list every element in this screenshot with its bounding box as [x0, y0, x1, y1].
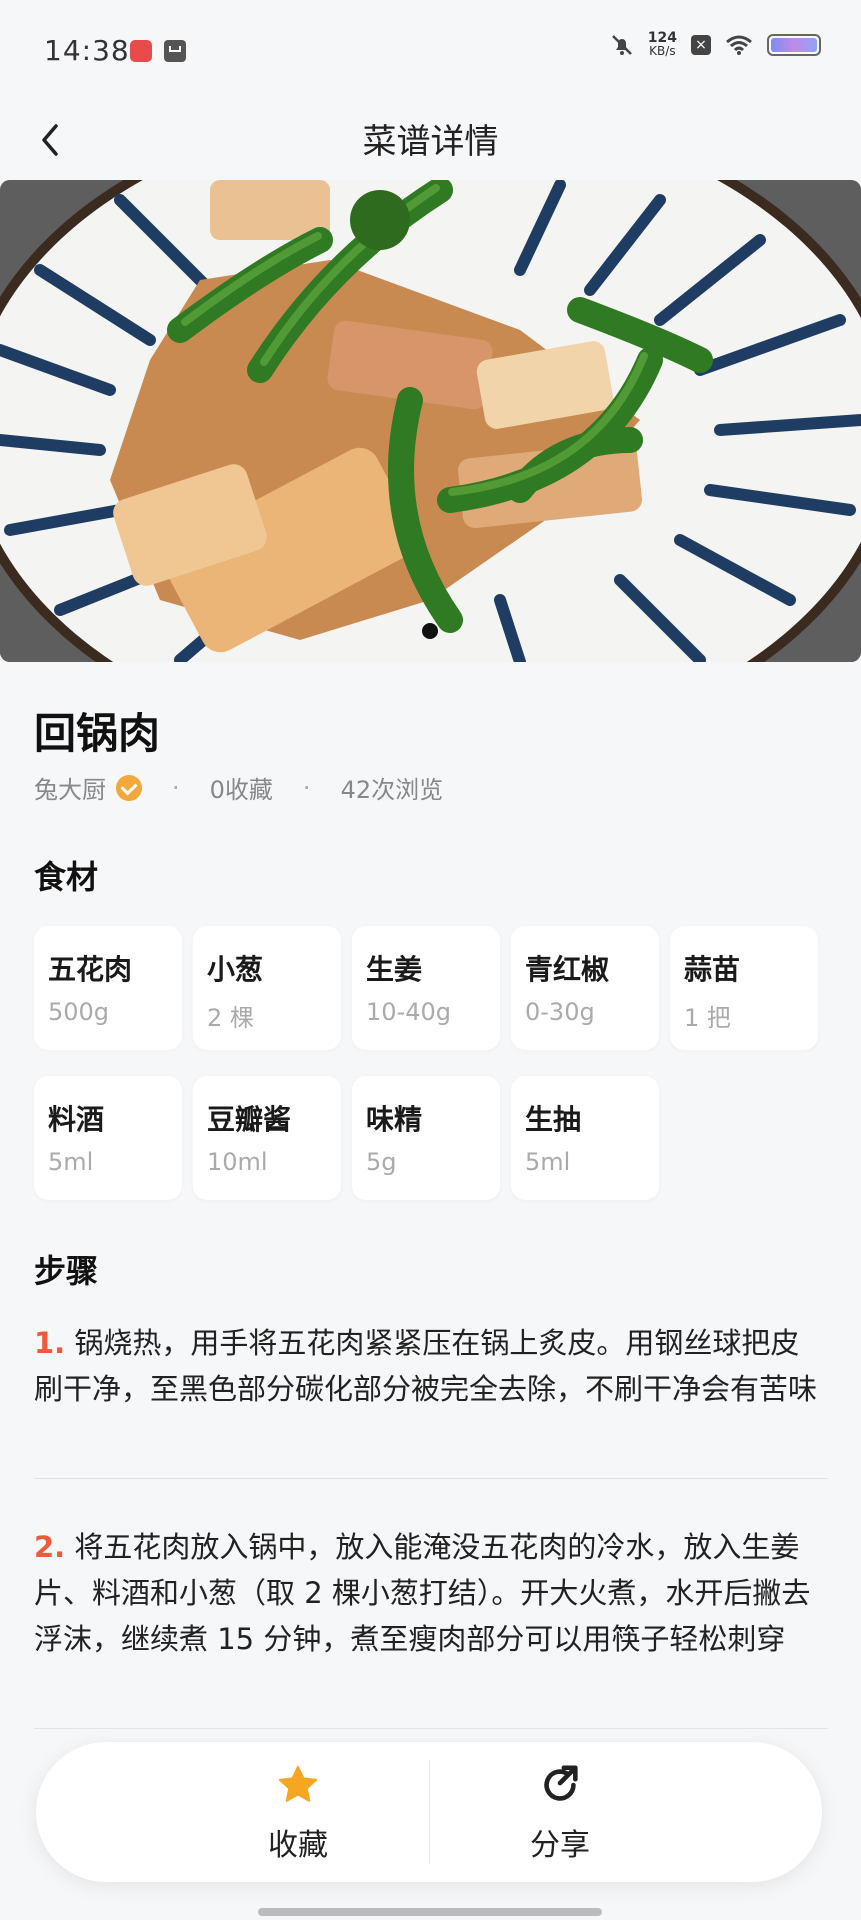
ingredient-card: 青红椒 0-30g — [511, 926, 659, 1050]
step-number: 2. — [34, 1530, 66, 1564]
recipe-title: 回锅肉 — [34, 709, 161, 758]
status-bar: 14:38 124 KB/s × — [0, 0, 861, 100]
favorite-button[interactable]: 收藏 — [198, 1762, 398, 1863]
ingredient-card: 味精 5g — [352, 1076, 500, 1200]
ingredient-amount: 1 把 — [684, 1004, 731, 1032]
ingredient-card: 五花肉 500g — [34, 926, 182, 1050]
step-divider — [34, 1478, 828, 1479]
no-sim-icon: × — [691, 35, 711, 55]
step-number: 1. — [34, 1326, 66, 1360]
ingredient-card: 生抽 5ml — [511, 1076, 659, 1200]
battery-icon — [767, 34, 821, 56]
verified-badge-icon — [116, 774, 142, 801]
share-icon — [544, 1765, 578, 1801]
ingredient-name: 蒜苗 — [684, 953, 741, 986]
ingredient-card: 豆瓣酱 10ml — [193, 1076, 341, 1200]
ingredient-name: 五花肉 — [48, 953, 133, 986]
ingredient-name: 味精 — [366, 1103, 423, 1136]
ingredient-name: 生姜 — [366, 953, 423, 986]
app-notification-icon — [130, 40, 152, 62]
ingredient-amount: 500g — [48, 998, 110, 1026]
step-item: 2. 将五花肉放入锅中，放入能淹没五花肉的冷水，放入生姜片、料酒和小葱（取 2 … — [34, 1524, 828, 1662]
page-title: 菜谱详情 — [362, 122, 499, 162]
ingredient-amount: 10-40g — [366, 998, 451, 1026]
ingredient-name: 料酒 — [48, 1103, 105, 1136]
steps-heading: 步骤 — [34, 1252, 99, 1290]
step-text: 锅烧热，用手将五花肉紧紧压在锅上炙皮。用钢丝球把皮刷干净，至黑色部分碳化部分被完… — [34, 1326, 818, 1406]
carousel-indicator-dot — [422, 623, 438, 639]
star-icon — [278, 1765, 318, 1802]
bottom-bar-divider — [429, 1760, 430, 1864]
step-item: 1. 锅烧热，用手将五花肉紧紧压在锅上炙皮。用钢丝球把皮刷干净，至黑色部分碳化部… — [34, 1320, 828, 1412]
wifi-icon — [726, 35, 752, 55]
ingredient-card: 生姜 10-40g — [352, 926, 500, 1050]
dish-photo — [0, 180, 861, 662]
recipe-photo-carousel[interactable] — [0, 180, 861, 662]
ingredient-amount: 0-30g — [525, 998, 595, 1026]
bottom-action-bar: 收藏 分享 — [36, 1742, 822, 1882]
top-app-bar: 菜谱详情 — [0, 100, 861, 180]
home-indicator[interactable] — [258, 1908, 602, 1916]
ingredient-amount: 2 棵 — [207, 1004, 254, 1032]
share-button[interactable]: 分享 — [460, 1762, 660, 1863]
network-speed: 124 KB/s — [647, 30, 677, 58]
download-notification-icon — [164, 40, 186, 62]
ingredient-amount: 10ml — [207, 1148, 268, 1176]
meta-separator: · — [302, 773, 311, 802]
meta-separator: · — [172, 773, 180, 802]
ingredient-card: 蒜苗 1 把 — [670, 926, 818, 1050]
ingredients-heading: 食材 — [34, 858, 99, 896]
view-count: 42次浏览 — [340, 776, 444, 804]
step-divider — [34, 1728, 828, 1729]
ingredient-card: 料酒 5ml — [34, 1076, 182, 1200]
ingredient-name: 小葱 — [207, 953, 264, 986]
ingredient-card: 小葱 2 棵 — [193, 926, 341, 1050]
ingredient-amount: 5ml — [48, 1148, 94, 1176]
ingredient-amount: 5ml — [525, 1148, 571, 1176]
mute-bell-icon — [611, 35, 632, 55]
ingredient-name: 豆瓣酱 — [207, 1103, 292, 1136]
ingredient-name: 生抽 — [525, 1103, 582, 1136]
favorite-label: 收藏 — [268, 1828, 328, 1863]
recipe-meta: 兔大厨 · 0收藏 · 42次浏览 — [34, 770, 443, 805]
ingredient-amount: 5g — [366, 1148, 397, 1176]
ingredient-name: 青红椒 — [525, 953, 610, 986]
share-label: 分享 — [530, 1828, 590, 1863]
status-time: 14:38 — [44, 34, 130, 67]
step-text: 将五花肉放入锅中，放入能淹没五花肉的冷水，放入生姜片、料酒和小葱（取 2 棵小葱… — [34, 1530, 811, 1656]
author-name[interactable]: 兔大厨 — [34, 770, 106, 805]
favorite-count: 0收藏 — [209, 776, 273, 804]
